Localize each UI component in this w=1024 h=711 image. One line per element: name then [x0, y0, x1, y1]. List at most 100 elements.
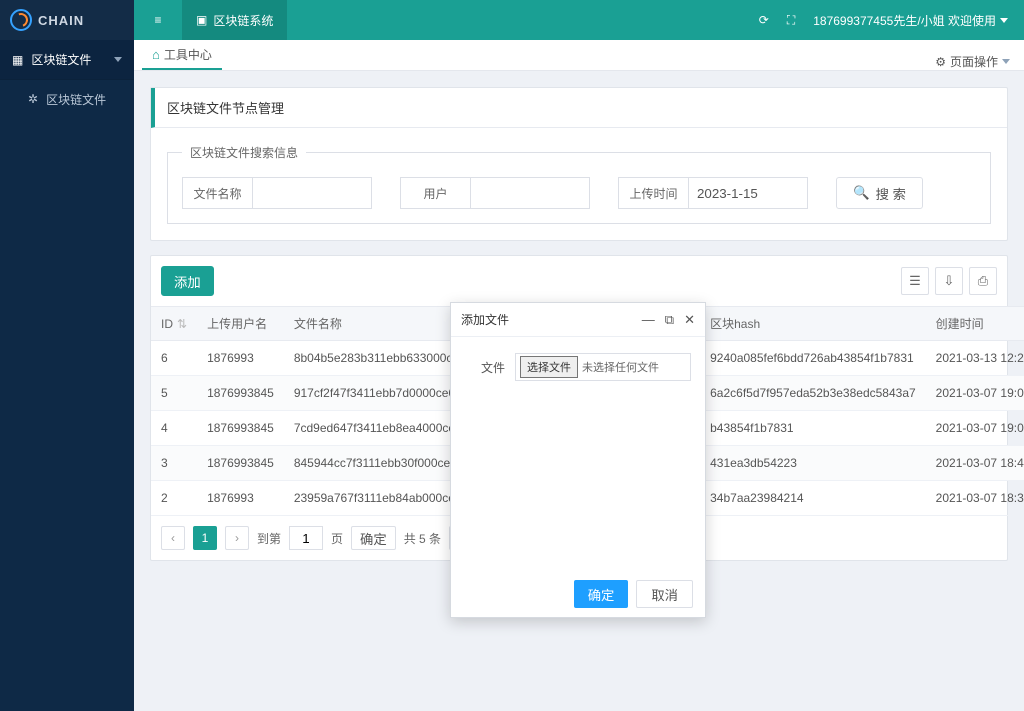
brand: CHAIN	[0, 0, 134, 40]
file-field: 文件 选择文件 未选择任何文件	[465, 353, 691, 381]
page-operations-label: 页面操作	[950, 53, 998, 70]
dialog-header[interactable]: 添加文件 — ⧉ ✕	[451, 303, 705, 337]
sidebar-root-label: 区块链文件	[31, 51, 91, 68]
chevron-down-icon	[114, 57, 122, 62]
search-fieldset: 区块链文件搜索信息 文件名称 用户 上传时间	[167, 144, 991, 224]
snowflake-icon: ✲	[28, 92, 38, 106]
field-upload-time: 上传时间	[618, 177, 808, 209]
user-label: 187699377455先生/小姐 欢迎使用	[813, 12, 996, 29]
cell-id: 5	[151, 376, 197, 411]
tab-strip: ⌂ 工具中心 ⚙ 页面操作	[134, 40, 1024, 71]
tab-home[interactable]: ⌂ 工具中心	[142, 40, 222, 70]
user-menu[interactable]: 187699377455先生/小姐 欢迎使用	[813, 12, 1008, 29]
sidebar-item-blockchain-files[interactable]: ✲ 区块链文件	[0, 80, 134, 118]
system-menu-button[interactable]: ▣ 区块链系统	[182, 0, 287, 40]
cell-hash: 9240a085fef6bdd726ab43854f1b7831	[700, 341, 926, 376]
cell-hash: 6a2c6f5d7f957eda52b3e38edc5843a7	[700, 376, 926, 411]
pager-total: 共 5 条	[404, 530, 441, 547]
refresh-icon[interactable]: ⟳	[759, 13, 769, 27]
download-icon: ⇩	[944, 273, 955, 289]
cell-id: 4	[151, 411, 197, 446]
choose-file-button[interactable]: 选择文件	[520, 356, 578, 378]
cell-id: 2	[151, 481, 197, 516]
filter-columns-button[interactable]: ☰	[901, 267, 929, 295]
print-icon: ⎙	[978, 273, 988, 289]
caret-down-icon	[1002, 59, 1010, 64]
page-next-button[interactable]: ›	[225, 526, 249, 550]
brand-logo-icon	[10, 9, 32, 31]
pager-confirm-button[interactable]: 确定	[351, 526, 396, 550]
dialog-title: 添加文件	[461, 311, 509, 328]
fullscreen-icon[interactable]: ⛶	[787, 13, 795, 28]
file-status-text: 未选择任何文件	[582, 359, 659, 375]
topbar-right: ⟳ ⛶ 187699377455先生/小姐 欢迎使用	[759, 0, 1024, 40]
sidebar-root-blockchain-files[interactable]: ▦ 区块链文件	[0, 40, 134, 80]
cell-time: 2021-03-07 19:0…	[926, 411, 1024, 446]
input-file-name[interactable]	[252, 177, 372, 209]
cell-user: 1876993845	[197, 446, 284, 481]
cell-time: 2021-03-07 18:3…	[926, 481, 1024, 516]
field-file-name: 文件名称	[182, 177, 372, 209]
module-icon: ▣	[196, 13, 207, 27]
col-user[interactable]: 上传用户名	[197, 307, 284, 341]
col-id[interactable]: ID⇅	[151, 307, 197, 341]
dialog-close-button[interactable]: ✕	[684, 313, 695, 326]
sort-icon[interactable]: ⇅	[177, 317, 187, 331]
brand-text: CHAIN	[38, 13, 84, 28]
label-upload-time: 上传时间	[618, 177, 688, 209]
dialog-cancel-button[interactable]: 取消	[636, 580, 693, 608]
pager-page-unit: 页	[331, 530, 343, 547]
home-icon: ⌂	[152, 48, 160, 61]
sliders-icon: ☰	[909, 273, 921, 289]
sidebar-item-label: 区块链文件	[46, 91, 106, 108]
dialog-maximize-button[interactable]: ⧉	[665, 313, 674, 326]
panel-title: 区块链文件节点管理	[151, 88, 1007, 128]
label-user: 用户	[400, 177, 470, 209]
col-hash[interactable]: 区块hash	[700, 307, 926, 341]
search-legend: 区块链文件搜索信息	[182, 144, 306, 161]
cell-hash: 431ea3db54223	[700, 446, 926, 481]
cell-time: 2021-03-13 12:2…	[926, 341, 1024, 376]
hamburger-icon: ≡	[154, 13, 161, 27]
sidebar-toggle-button[interactable]: ≡	[134, 0, 182, 40]
print-button[interactable]: ⎙	[969, 267, 997, 295]
management-panel: 区块链文件节点管理 区块链文件搜索信息 文件名称 用户	[150, 87, 1008, 241]
field-user: 用户	[400, 177, 590, 209]
cell-hash: 34b7aa23984214	[700, 481, 926, 516]
file-label: 文件	[465, 359, 505, 376]
gear-icon: ⚙	[935, 55, 946, 69]
cell-time: 2021-03-07 19:0…	[926, 376, 1024, 411]
sidebar: ▦ 区块链文件 ✲ 区块链文件	[0, 40, 134, 711]
dialog-ok-button[interactable]: 确定	[574, 580, 629, 608]
top-bar: CHAIN ≡ ▣ 区块链系统 ⟳ ⛶ 187699377455先生/小姐 欢迎…	[0, 0, 1024, 40]
cell-user: 1876993845	[197, 411, 284, 446]
search-icon: 🔍	[853, 185, 870, 201]
search-button-label: 搜 索	[876, 184, 906, 203]
search-button[interactable]: 🔍 搜 索	[836, 177, 923, 209]
page-prev-button[interactable]: ‹	[161, 526, 185, 550]
add-file-dialog: 添加文件 — ⧉ ✕ 文件 选择文件 未选择任何文件 确定 取消	[450, 302, 706, 618]
tab-home-label: 工具中心	[164, 46, 212, 63]
cell-hash: b43854f1b7831	[700, 411, 926, 446]
page-operations-menu[interactable]: ⚙ 页面操作	[929, 53, 1016, 70]
cell-user: 1876993	[197, 341, 284, 376]
caret-down-icon	[1000, 18, 1008, 23]
export-button[interactable]: ⇩	[935, 267, 963, 295]
input-upload-time[interactable]	[688, 177, 808, 209]
add-button[interactable]: 添加	[161, 266, 214, 296]
pager-goto-label: 到第	[257, 530, 281, 547]
grid-icon: ▦	[12, 53, 23, 67]
label-file-name: 文件名称	[182, 177, 252, 209]
cell-id: 3	[151, 446, 197, 481]
cell-user: 1876993	[197, 481, 284, 516]
dialog-minimize-button[interactable]: —	[642, 313, 655, 326]
page-current[interactable]: 1	[193, 526, 217, 550]
cell-time: 2021-03-07 18:4…	[926, 446, 1024, 481]
input-user[interactable]	[470, 177, 590, 209]
pager-goto-input[interactable]	[289, 526, 323, 550]
col-time[interactable]: 创建时间	[926, 307, 1024, 341]
add-button-label: 添加	[174, 272, 201, 291]
cell-id: 6	[151, 341, 197, 376]
system-label: 区块链系统	[213, 12, 273, 29]
file-input-wrapper[interactable]: 选择文件 未选择任何文件	[515, 353, 691, 381]
